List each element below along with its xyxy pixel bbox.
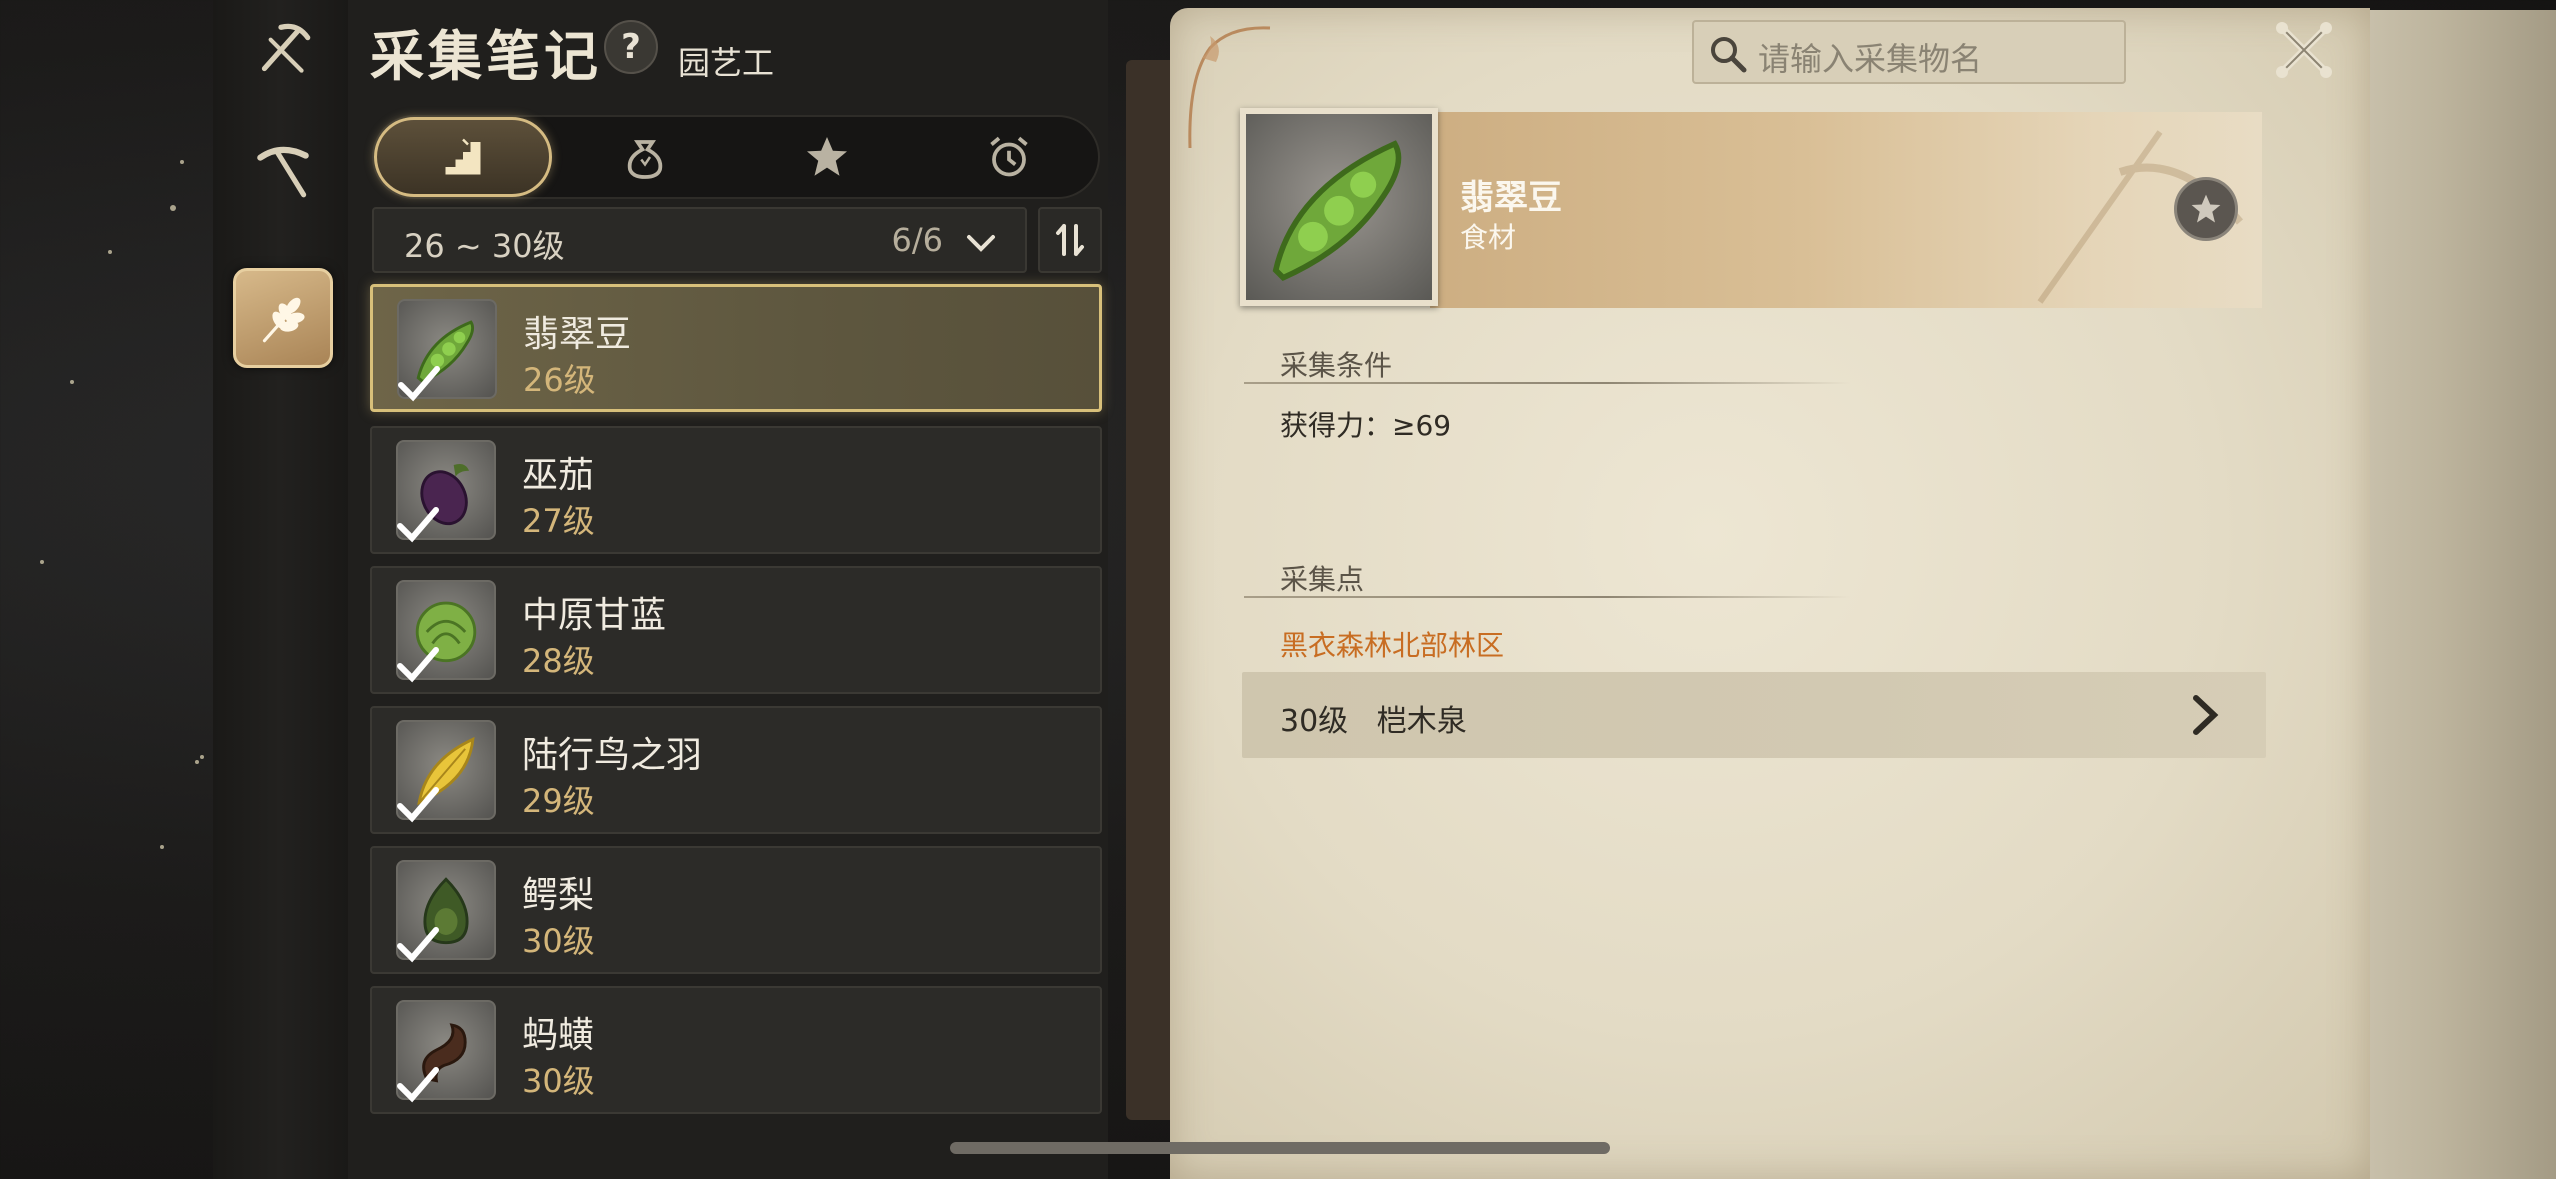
list-item[interactable]: 翡翠豆 26级 — [370, 284, 1102, 412]
item-level: 27级 — [522, 502, 595, 540]
check-icon — [397, 927, 439, 963]
item-name: 蚂蟥 — [522, 1015, 595, 1056]
alarm-clock-icon — [990, 136, 1028, 177]
background-star — [160, 845, 164, 849]
section-heading-conditions: 采集条件 — [1280, 349, 1393, 382]
item-level: 30级 — [522, 922, 595, 960]
background-star — [200, 755, 204, 759]
chevron-down-icon — [967, 235, 995, 252]
detail-item-name: 翡翠豆 — [1460, 178, 1562, 218]
pickaxe-icon — [257, 146, 309, 198]
check-icon — [398, 366, 440, 402]
check-icon — [397, 647, 439, 683]
home-indicator[interactable] — [950, 1142, 1610, 1154]
favorite-button[interactable] — [2174, 177, 2238, 241]
sort-button[interactable] — [1038, 207, 1102, 273]
divider — [1244, 596, 1850, 598]
level-stairs-icon — [445, 138, 481, 175]
item-name: 翡翠豆 — [523, 314, 632, 355]
list-item[interactable]: 鳄梨 30级 — [370, 846, 1102, 974]
item-name: 中原甘蓝 — [522, 595, 667, 636]
search-input[interactable]: 请输入采集物名 — [1692, 20, 2126, 84]
pea-pod-icon — [1272, 140, 1402, 282]
item-level: 29级 — [522, 782, 595, 820]
search-placeholder: 请输入采集物名 — [1758, 40, 1983, 78]
list-item[interactable]: 巫茄 27级 — [370, 426, 1102, 554]
check-icon — [397, 507, 439, 543]
list-item[interactable]: 中原甘蓝 28级 — [370, 566, 1102, 694]
tab-favorites[interactable] — [738, 117, 916, 197]
check-icon — [397, 787, 439, 823]
item-level: 26级 — [523, 361, 596, 399]
background-star — [108, 250, 112, 254]
condition-text: 获得力：≥69 — [1280, 409, 1452, 442]
item-level: 30级 — [522, 1062, 595, 1100]
level-range-value: 26 ~ 30级 — [404, 227, 565, 265]
star-icon — [807, 137, 847, 176]
background-star — [180, 160, 184, 164]
background-star — [40, 560, 44, 564]
filter-tabs — [372, 115, 1100, 199]
section-heading-points: 采集点 — [1280, 563, 1365, 596]
completion-count: 6/6 — [891, 221, 944, 259]
list-item[interactable]: 蚂蟥 30级 — [370, 986, 1102, 1114]
tab-level[interactable] — [374, 117, 552, 197]
level-range-dropdown[interactable]: 26 ~ 30级 6/6 — [372, 207, 1027, 273]
item-name: 巫茄 — [522, 455, 595, 496]
sort-arrows-icon — [1056, 224, 1084, 256]
region-name: 黑衣森林北部林区 — [1280, 629, 1505, 662]
page-title: 采集笔记 — [370, 24, 602, 88]
pickaxe-scythe-icon — [261, 23, 311, 73]
background-star — [70, 380, 74, 384]
help-button[interactable]: ? — [604, 20, 658, 74]
job-label: 园艺工 — [678, 44, 775, 82]
item-large-image — [1240, 108, 1438, 306]
search-icon — [1711, 37, 1747, 73]
category-rail — [213, 0, 350, 1179]
close-icon[interactable] — [2272, 18, 2336, 82]
divider — [1244, 382, 1850, 384]
check-icon — [397, 1067, 439, 1103]
rail-item-botany[interactable] — [233, 268, 333, 368]
list-item[interactable]: 陆行鸟之羽 29级 — [370, 706, 1102, 834]
tab-value[interactable] — [556, 117, 734, 197]
gathering-point-row[interactable]: 30级 桤木泉 — [1242, 672, 2266, 758]
star-icon — [2191, 194, 2221, 223]
rail-item-mining-tools[interactable] — [233, 0, 333, 100]
background-star — [170, 205, 176, 211]
book-page-edge — [2360, 10, 2556, 1179]
money-bag-icon — [627, 140, 663, 179]
background-star — [195, 760, 199, 764]
tab-timed[interactable] — [920, 117, 1098, 197]
gathering-point-label: 30级 桤木泉 — [1280, 704, 1467, 739]
item-name: 陆行鸟之羽 — [522, 735, 703, 776]
item-level: 28级 — [522, 642, 595, 680]
chevron-right-icon — [2193, 695, 2219, 735]
rail-item-mining[interactable] — [233, 120, 333, 220]
wheat-icon — [262, 297, 305, 343]
item-name: 鳄梨 — [522, 875, 595, 916]
detail-item-category: 食材 — [1460, 221, 1517, 254]
